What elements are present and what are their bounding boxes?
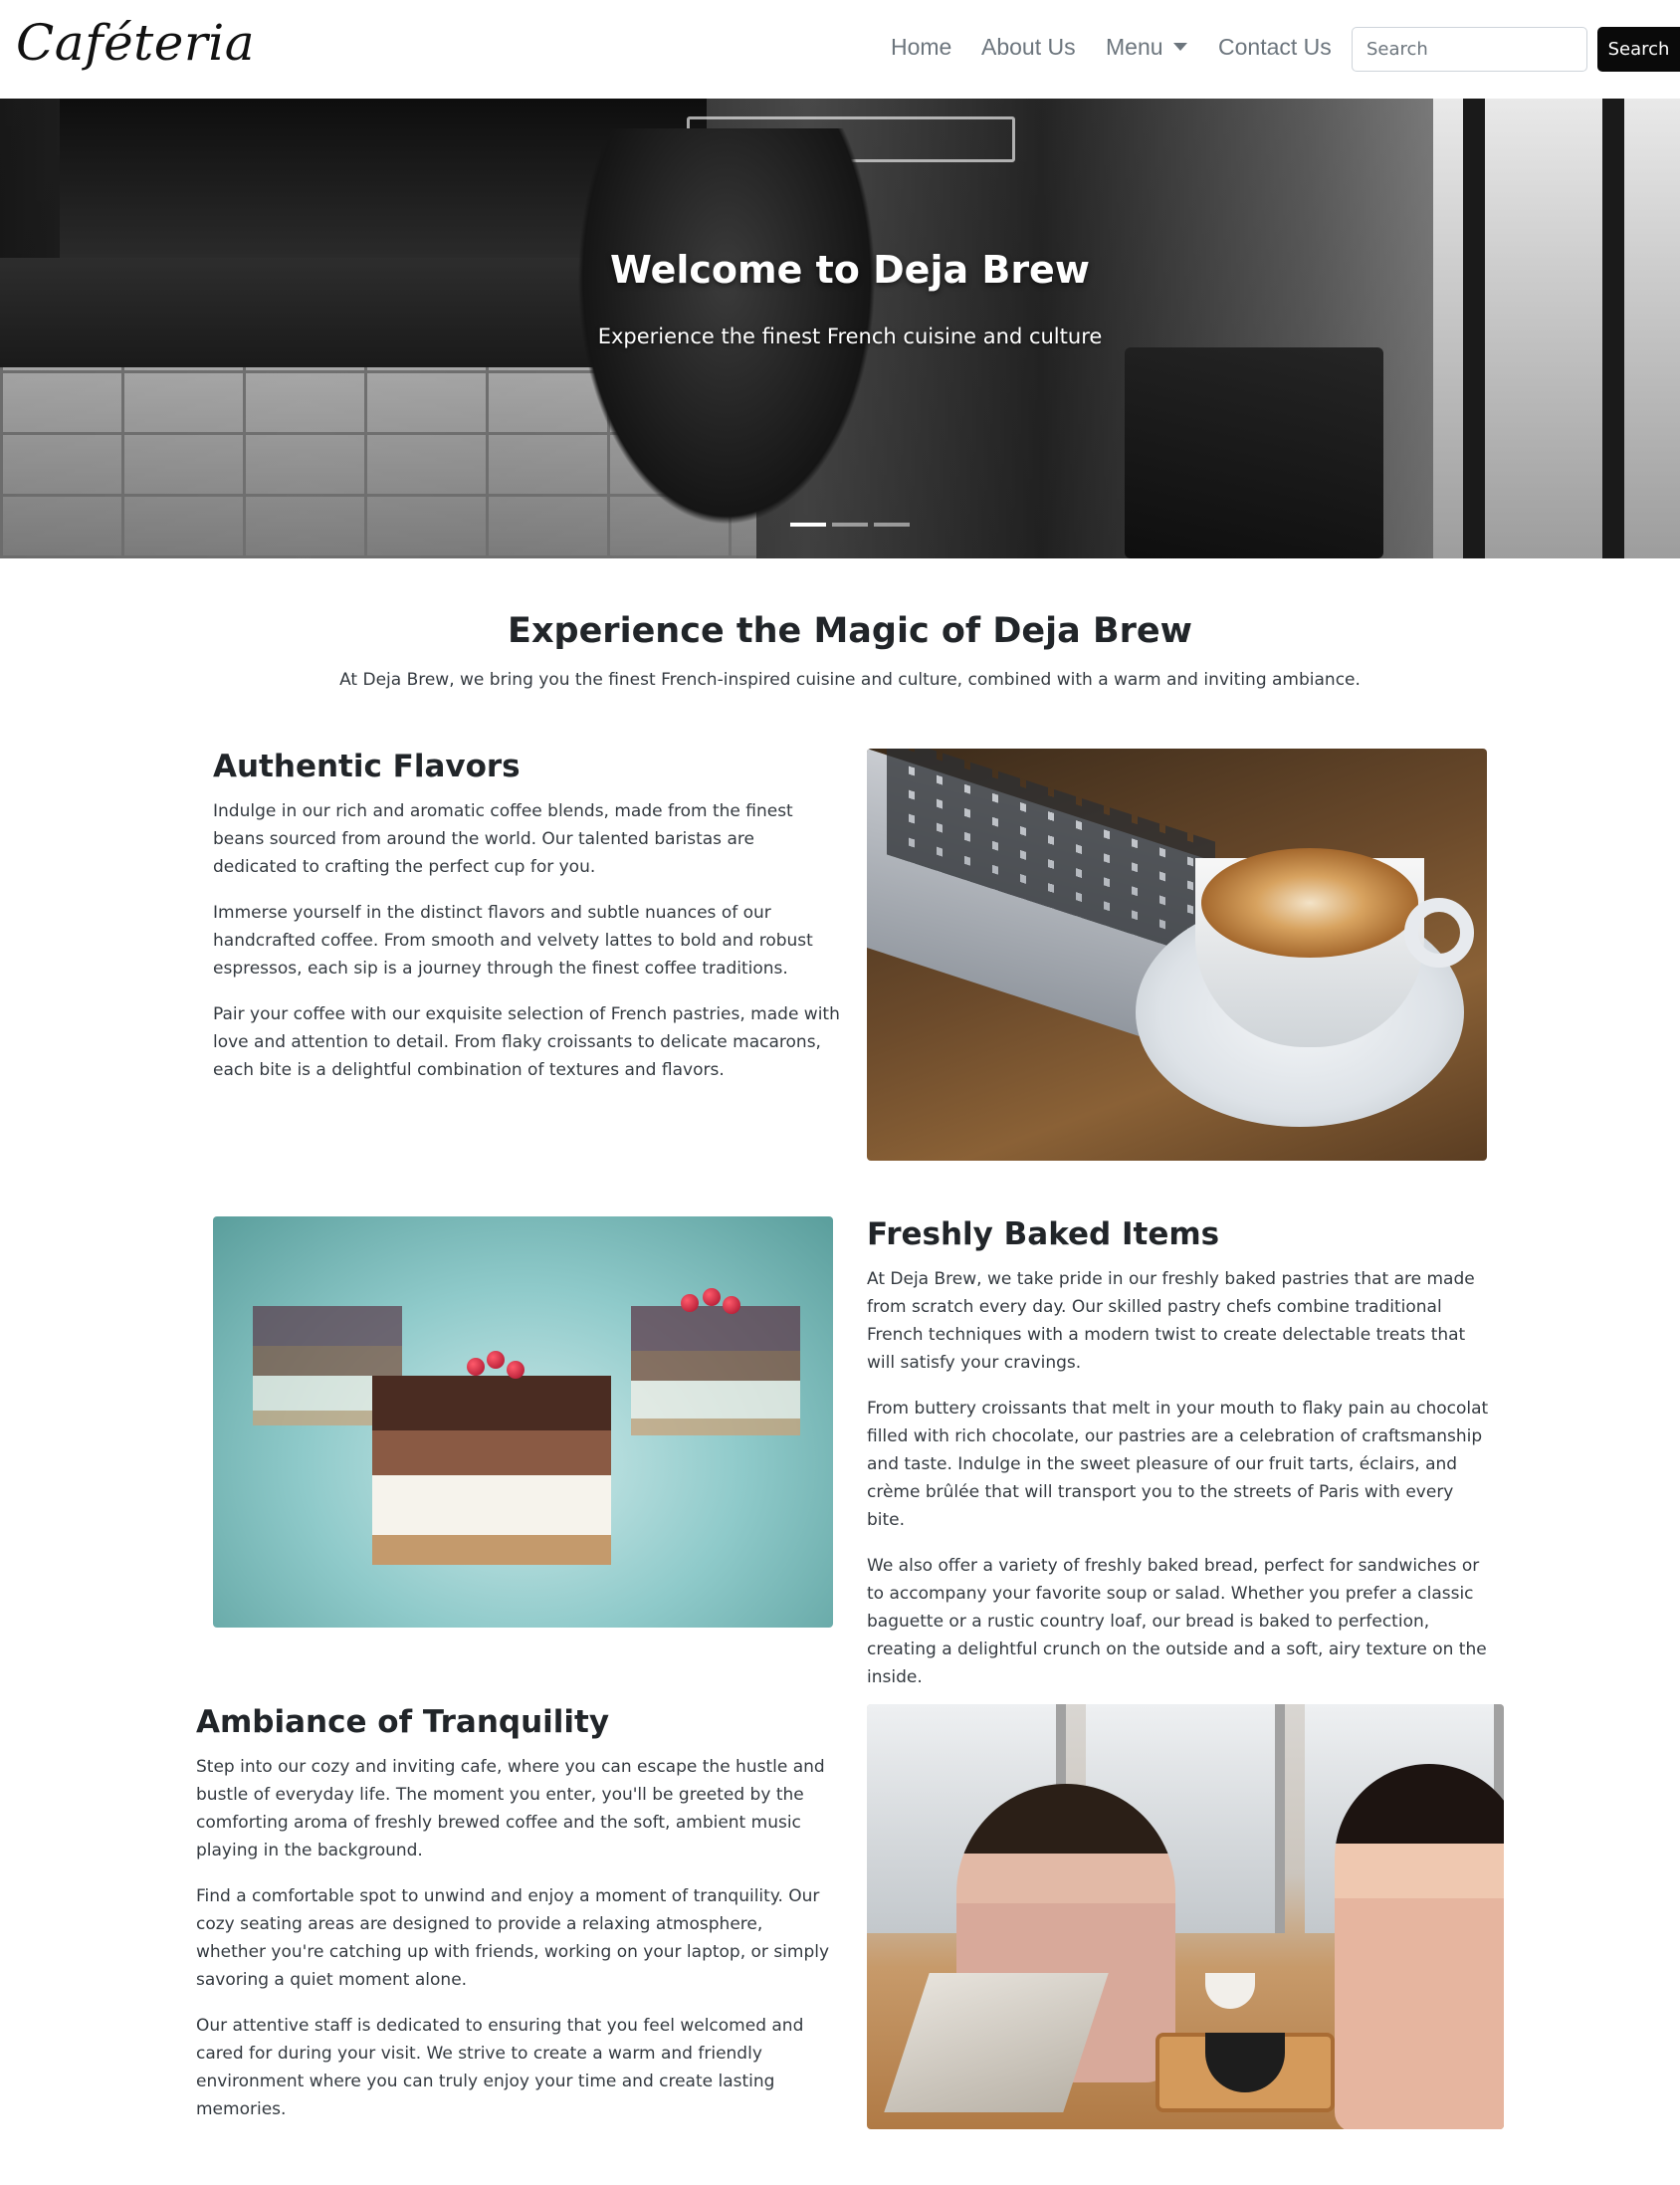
- feature-text-freshly-baked-items: At Deja Brew, we take pride in our fresh…: [867, 1265, 1494, 1709]
- carousel-indicator[interactable]: [832, 523, 868, 527]
- latte-art-shape: [1201, 848, 1418, 958]
- nav-link-menu-label: Menu: [1106, 34, 1163, 60]
- feature-paragraph: At Deja Brew, we take pride in our fresh…: [867, 1269, 1475, 1373]
- carousel-indicator-active[interactable]: [790, 523, 826, 527]
- berry-shape: [487, 1351, 505, 1369]
- cup-handle-shape: [1404, 898, 1474, 968]
- berry-shape: [723, 1296, 740, 1314]
- feature-paragraph: Indulge in our rich and aromatic coffee …: [213, 801, 793, 877]
- chevron-down-icon: [1172, 42, 1187, 51]
- cake-shape: [631, 1306, 800, 1435]
- feature-paragraph: We also offer a variety of freshly baked…: [867, 1556, 1487, 1687]
- nav-link-about-us[interactable]: About Us: [981, 34, 1076, 61]
- feature-paragraph: Pair your coffee with our exquisite sele…: [213, 1004, 840, 1080]
- feature-heading-freshly-baked-items: Freshly Baked Items: [867, 1216, 1220, 1252]
- feature-paragraph: From buttery croissants that melt in you…: [867, 1399, 1489, 1530]
- search-button[interactable]: Search: [1597, 27, 1680, 72]
- feature-text-authentic-flavors: Indulge in our rich and aromatic coffee …: [213, 797, 840, 1102]
- hero-title: Welcome to Deja Brew: [610, 248, 1090, 292]
- intro-lead: At Deja Brew, we bring you the finest Fr…: [339, 670, 1361, 690]
- berry-shape: [467, 1358, 485, 1376]
- coffee-cup-and-laptop-photo: [867, 749, 1487, 1161]
- feature-paragraph: Our attentive staff is dedicated to ensu…: [196, 2016, 804, 2119]
- feature-heading-authentic-flavors: Authentic Flavors: [213, 749, 521, 784]
- search-input[interactable]: [1352, 27, 1587, 72]
- berry-shape: [703, 1288, 721, 1306]
- brand-logo[interactable]: Caféteria: [16, 14, 255, 72]
- hero-carousel[interactable]: Welcome to Deja Brew Experience the fine…: [0, 99, 1680, 558]
- feature-text-ambiance-of-tranquility: Step into our cozy and inviting cafe, wh…: [196, 1753, 833, 2141]
- nav-link-home[interactable]: Home: [891, 34, 951, 61]
- berry-shape: [681, 1294, 699, 1312]
- person-shape: [1335, 1764, 1504, 2129]
- hero-subtitle: Experience the finest French cuisine and…: [597, 325, 1103, 348]
- feature-paragraph: Step into our cozy and inviting cafe, wh…: [196, 1757, 825, 1860]
- cup-shape: [1205, 1973, 1255, 2009]
- cake-shape: [372, 1376, 611, 1565]
- feature-paragraph: Immerse yourself in the distinct flavors…: [213, 903, 813, 979]
- nav-link-menu[interactable]: Menu: [1106, 34, 1187, 61]
- navbar: Caféteria Home About Us Menu Contact Us …: [0, 0, 1680, 99]
- nav-link-contact-us[interactable]: Contact Us: [1218, 34, 1332, 61]
- intro-title: Experience the Magic of Deja Brew: [508, 611, 1192, 651]
- friends-at-cafe-table-photo: [867, 1704, 1504, 2129]
- hero-background-table: [1125, 347, 1383, 558]
- berry-shape: [507, 1361, 525, 1379]
- laptop-shape: [884, 1973, 1109, 2112]
- feature-heading-ambiance-of-tranquility: Ambiance of Tranquility: [196, 1704, 610, 1740]
- feature-paragraph: Find a comfortable spot to unwind and en…: [196, 1886, 830, 1990]
- carousel-indicator[interactable]: [874, 523, 910, 527]
- chocolate-cakes-photo: [213, 1216, 833, 1628]
